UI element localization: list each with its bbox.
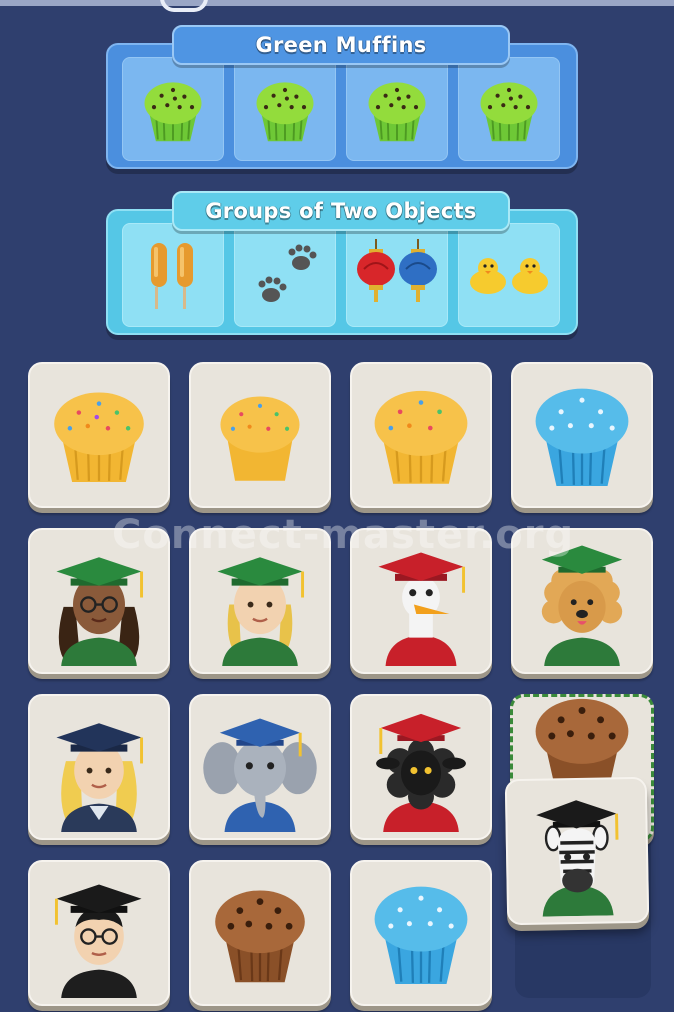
- chocolate-muffin-icon: [215, 890, 305, 983]
- board-tile[interactable]: [28, 528, 170, 674]
- board-tile[interactable]: [189, 362, 331, 508]
- group-item: [458, 57, 560, 161]
- lanterns-icon: [357, 239, 437, 302]
- board-tile[interactable]: [350, 860, 492, 1006]
- group-title: Groups of Two Objects: [172, 191, 510, 231]
- green-muffin-icon: [368, 82, 426, 142]
- paw-prints-icon: [258, 244, 317, 302]
- board-tile[interactable]: [28, 362, 170, 508]
- graduate-zebra-icon: [536, 800, 619, 917]
- graduate-blonde-woman-icon: [56, 723, 144, 832]
- yellow-muffin-icon: [220, 396, 300, 481]
- green-muffin-icon: [144, 82, 202, 142]
- board-tile[interactable]: [189, 860, 331, 1006]
- graduate-man-glasses-icon: [54, 884, 142, 998]
- green-muffin-icon: [256, 82, 314, 142]
- board-tile-dragging[interactable]: [504, 776, 650, 926]
- group-item: [234, 223, 336, 327]
- group-item: [346, 223, 448, 327]
- corn-dogs-icon: [151, 243, 193, 309]
- group-item: [122, 57, 224, 161]
- board-tile[interactable]: [350, 528, 492, 674]
- graduate-woman-glasses-icon: [56, 557, 144, 666]
- graduate-blonde-braids-icon: [217, 557, 305, 666]
- board-tile[interactable]: [511, 362, 653, 508]
- graduate-goose-icon: [378, 552, 466, 666]
- graduate-dog-icon: [541, 545, 623, 666]
- ducklings-icon: [470, 258, 548, 294]
- board-tile[interactable]: [28, 860, 170, 1006]
- group-item: [458, 223, 560, 327]
- graduate-black-sheep-icon: [376, 713, 466, 832]
- green-muffin-icon: [480, 82, 538, 142]
- top-bar: [0, 0, 674, 6]
- yellow-muffin-icon: [54, 392, 144, 483]
- yellow-muffin-icon: [374, 390, 468, 484]
- blue-muffin-icon: [535, 388, 629, 487]
- group-item: [122, 223, 224, 327]
- group-item: [346, 57, 448, 161]
- board-tile[interactable]: [350, 362, 492, 508]
- board-tile[interactable]: [189, 528, 331, 674]
- blue-muffin-icon: [374, 886, 468, 985]
- group-item: [234, 57, 336, 161]
- board-tile[interactable]: [28, 694, 170, 840]
- graduate-elephant-icon: [203, 718, 317, 832]
- board-tile[interactable]: [189, 694, 331, 840]
- board-tile[interactable]: [511, 528, 653, 674]
- board-tile[interactable]: [350, 694, 492, 840]
- group-title: Green Muffins: [172, 25, 510, 65]
- title-glyph-fragment: [160, 0, 208, 12]
